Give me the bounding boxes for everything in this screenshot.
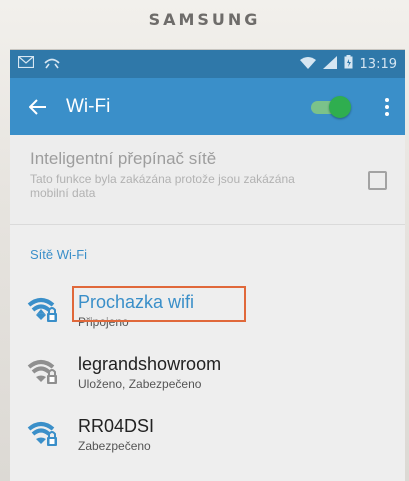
signal-strength-icon [322, 55, 337, 73]
back-arrow-icon[interactable] [26, 95, 50, 119]
clock: 13:19 [359, 56, 397, 72]
wifi-locked-icon [26, 357, 60, 387]
wifi-networks-header: Sítě Wi-Fi [30, 247, 88, 262]
network-status: Uloženo, Zabezpečeno [78, 377, 202, 391]
battery-icon [344, 55, 353, 73]
smart-switch-title: Inteligentní přepínač sítě [30, 149, 217, 168]
app-bar: Wi-Fi [10, 78, 405, 135]
smart-switch-checkbox [368, 171, 387, 190]
toggle-thumb [329, 95, 351, 118]
page-title: Wi-Fi [66, 95, 111, 117]
wifi-status-icon [299, 56, 316, 73]
network-name: Prochazka wifi [78, 292, 195, 312]
smart-switch-description: Tato funkce byla zakázána protože jsou z… [30, 172, 295, 200]
overflow-menu-icon[interactable] [379, 95, 395, 119]
network-name: legrandshowroom [78, 354, 222, 374]
missed-call-icon [44, 55, 60, 73]
brand-logo: SAMSUNG [148, 10, 261, 29]
network-item[interactable]: Prochazka wifi Připojeno [10, 279, 405, 341]
mail-notification-icon [17, 55, 35, 72]
network-status: Zabezpečeno [78, 439, 151, 453]
phone-bezel: SAMSUNG 13:19 Wi-Fi Inteligentní přepína… [0, 0, 409, 481]
network-status: Připojeno [78, 315, 129, 329]
wifi-toggle[interactable] [309, 95, 351, 118]
status-bar: 13:19 [10, 50, 405, 78]
smart-network-switch-setting: Inteligentní přepínač sítě Tato funkce b… [10, 135, 405, 225]
wifi-locked-icon [26, 295, 60, 325]
phone-screen: 13:19 Wi-Fi Inteligentní přepínač sítě T… [10, 50, 405, 481]
network-name: RR04DSI [78, 416, 155, 436]
network-item[interactable]: legrandshowroom Uloženo, Zabezpečeno [10, 341, 405, 403]
network-item[interactable]: RR04DSI Zabezpečeno [10, 403, 405, 465]
wifi-locked-icon [26, 419, 60, 449]
